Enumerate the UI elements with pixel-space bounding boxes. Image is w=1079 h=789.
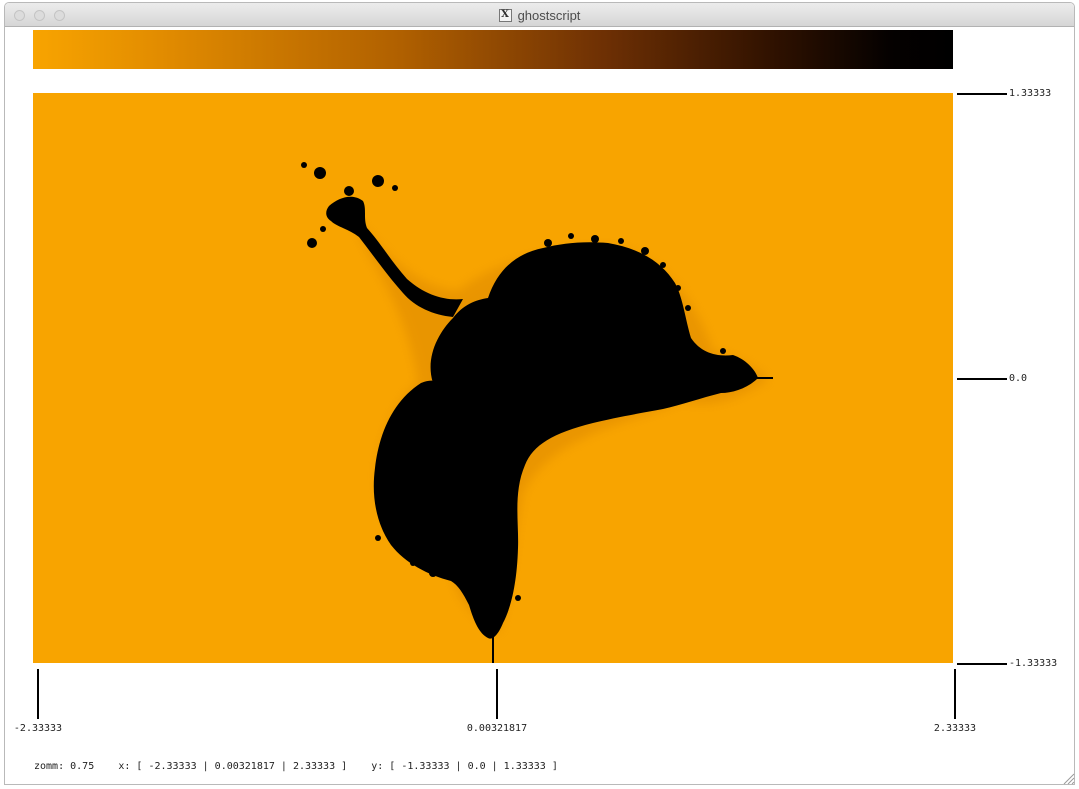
zoom-label: zomm: — [34, 761, 65, 772]
y-tick-middle — [957, 378, 1007, 380]
x-tick-middle — [496, 669, 498, 719]
zoom-value: 0.75 — [70, 761, 95, 772]
y-tick-top — [957, 93, 1007, 95]
resize-grip-icon[interactable] — [1063, 773, 1075, 785]
y-tick-label-top: 1.33333 — [1009, 88, 1052, 99]
x-tick-left — [37, 669, 39, 719]
y-range-label: y: — [371, 761, 384, 772]
x-range-label: x: — [118, 761, 131, 772]
fractal-set — [301, 162, 773, 663]
status-line: zomm: 0.75 x: [ -2.33333 | 0.00321817 | … — [34, 761, 558, 772]
x-tick-label-middle: 0.00321817 — [466, 723, 528, 734]
fractal-plot[interactable] — [33, 93, 953, 663]
x-tick-label-right: 2.33333 — [933, 723, 977, 734]
y-tick-bottom — [957, 663, 1007, 665]
x11-icon: X — [498, 8, 512, 22]
y-tick-label-bottom: -1.33333 — [1009, 658, 1058, 669]
color-scale-bar — [33, 30, 953, 69]
title-bar[interactable]: X ghostscript — [5, 3, 1074, 27]
fractal-shape — [301, 162, 773, 663]
window-title: ghostscript — [517, 7, 581, 23]
title-group: X ghostscript — [5, 3, 1074, 27]
x-tick-right — [954, 669, 956, 719]
x-range-value: [ -2.33333 | 0.00321817 | 2.33333 ] — [136, 761, 348, 772]
x-tick-label-left: -2.33333 — [13, 723, 63, 734]
y-range-value: [ -1.33333 | 0.0 | 1.33333 ] — [389, 761, 558, 772]
y-tick-label-middle: 0.0 — [1009, 373, 1028, 384]
